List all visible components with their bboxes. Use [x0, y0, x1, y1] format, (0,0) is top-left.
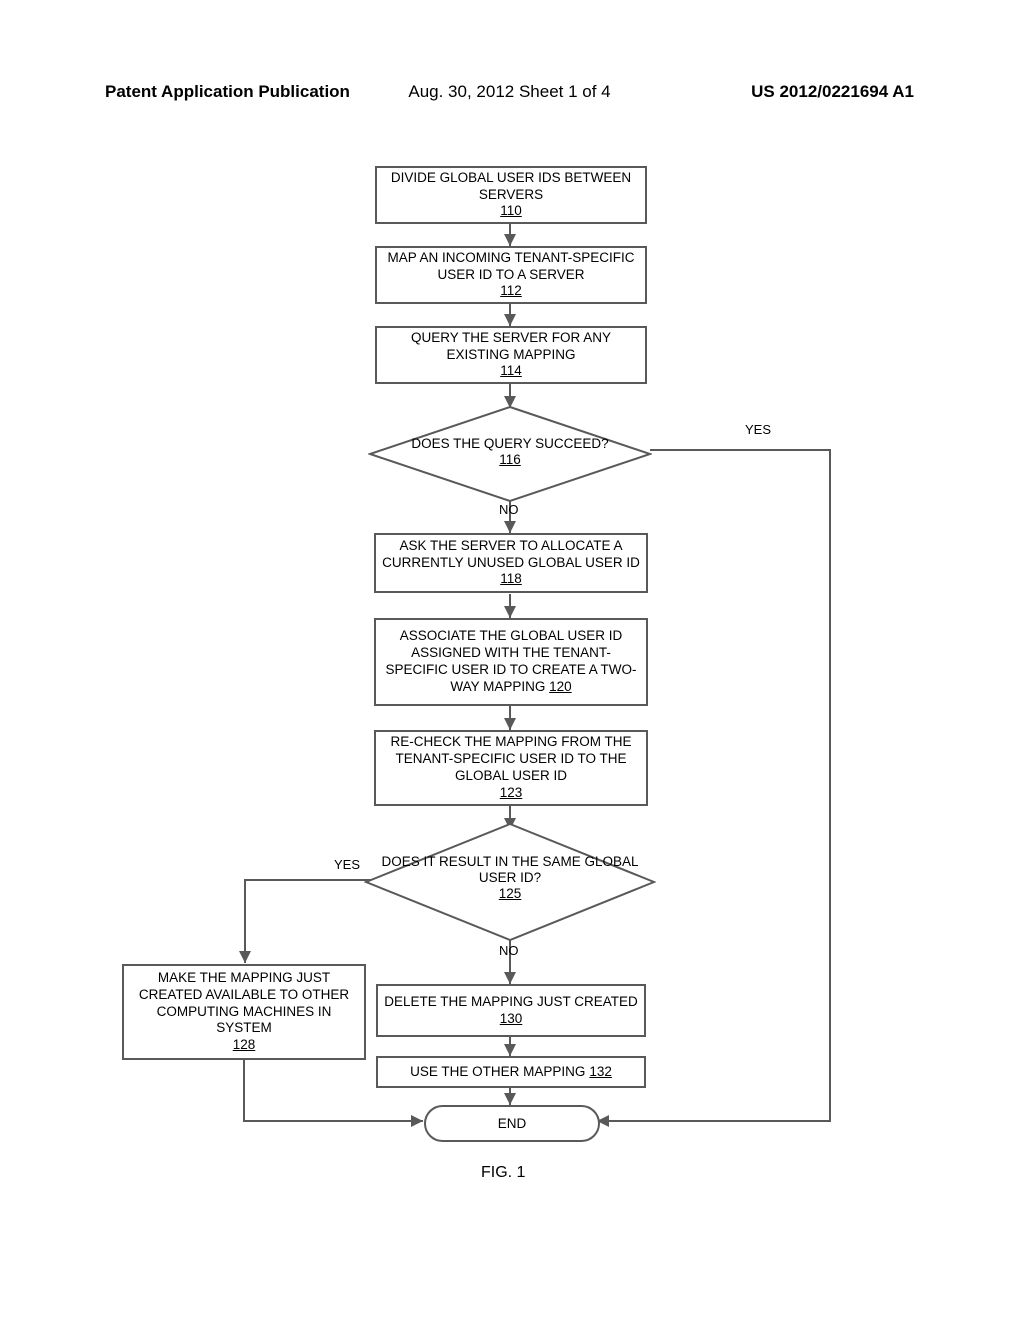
step-130: DELETE THE MAPPING JUST CREATED 130	[376, 984, 646, 1037]
decision-ref: 116	[499, 452, 521, 467]
step-ref: 120	[549, 679, 572, 694]
flowchart-canvas: DIVIDE GLOBAL USER IDS BETWEEN SERVERS 1…	[0, 0, 1024, 1320]
step-128: MAKE THE MAPPING JUST CREATED AVAILABLE …	[122, 964, 366, 1060]
step-120: ASSOCIATE THE GLOBAL USER ID ASSIGNED WI…	[374, 618, 648, 706]
step-ref: 112	[500, 283, 522, 300]
step-ref: 130	[500, 1011, 523, 1028]
figure-caption: FIG. 1	[481, 1164, 525, 1182]
step-text: ASK THE SERVER TO ALLOCATE A CURRENTLY U…	[382, 538, 640, 572]
terminal-end: END	[424, 1105, 600, 1142]
step-text: USE THE OTHER MAPPING	[410, 1064, 585, 1081]
step-text: DIVIDE GLOBAL USER IDS BETWEEN SERVERS	[383, 170, 639, 204]
step-ref: 118	[500, 571, 522, 588]
step-ref: 132	[589, 1064, 612, 1081]
step-ref: 123	[500, 785, 523, 802]
decision-text: DOES IT RESULT IN THE SAME GLOBAL USER I…	[381, 854, 638, 885]
step-text: RE-CHECK THE MAPPING FROM THE TENANT-SPE…	[382, 734, 640, 785]
label-no-top: NO	[499, 502, 519, 517]
decision-text: DOES THE QUERY SUCCEED?	[411, 436, 608, 451]
step-ref: 114	[500, 363, 522, 380]
step-text: DELETE THE MAPPING JUST CREATED	[384, 994, 638, 1011]
step-123: RE-CHECK THE MAPPING FROM THE TENANT-SPE…	[374, 730, 648, 806]
step-ref: 128	[233, 1037, 256, 1054]
decision-116: DOES THE QUERY SUCCEED? 116	[368, 436, 652, 468]
step-112: MAP AN INCOMING TENANT-SPECIFIC USER ID …	[375, 246, 647, 304]
decision-125: DOES IT RESULT IN THE SAME GLOBAL USER I…	[374, 854, 646, 903]
end-text: END	[498, 1116, 527, 1131]
label-yes-bottom: YES	[334, 857, 360, 872]
step-114: QUERY THE SERVER FOR ANY EXISTING MAPPIN…	[375, 326, 647, 384]
step-110: DIVIDE GLOBAL USER IDS BETWEEN SERVERS 1…	[375, 166, 647, 224]
step-text: MAKE THE MAPPING JUST CREATED AVAILABLE …	[130, 970, 358, 1038]
label-no-bottom: NO	[499, 943, 519, 958]
step-text: ASSOCIATE THE GLOBAL USER ID ASSIGNED WI…	[385, 628, 636, 694]
decision-ref: 125	[499, 886, 522, 901]
step-text: MAP AN INCOMING TENANT-SPECIFIC USER ID …	[383, 250, 639, 284]
step-text: QUERY THE SERVER FOR ANY EXISTING MAPPIN…	[383, 330, 639, 364]
step-118: ASK THE SERVER TO ALLOCATE A CURRENTLY U…	[374, 533, 648, 593]
step-ref: 110	[500, 203, 522, 220]
label-yes-top: YES	[745, 422, 771, 437]
step-132: USE THE OTHER MAPPING 132	[376, 1056, 646, 1088]
